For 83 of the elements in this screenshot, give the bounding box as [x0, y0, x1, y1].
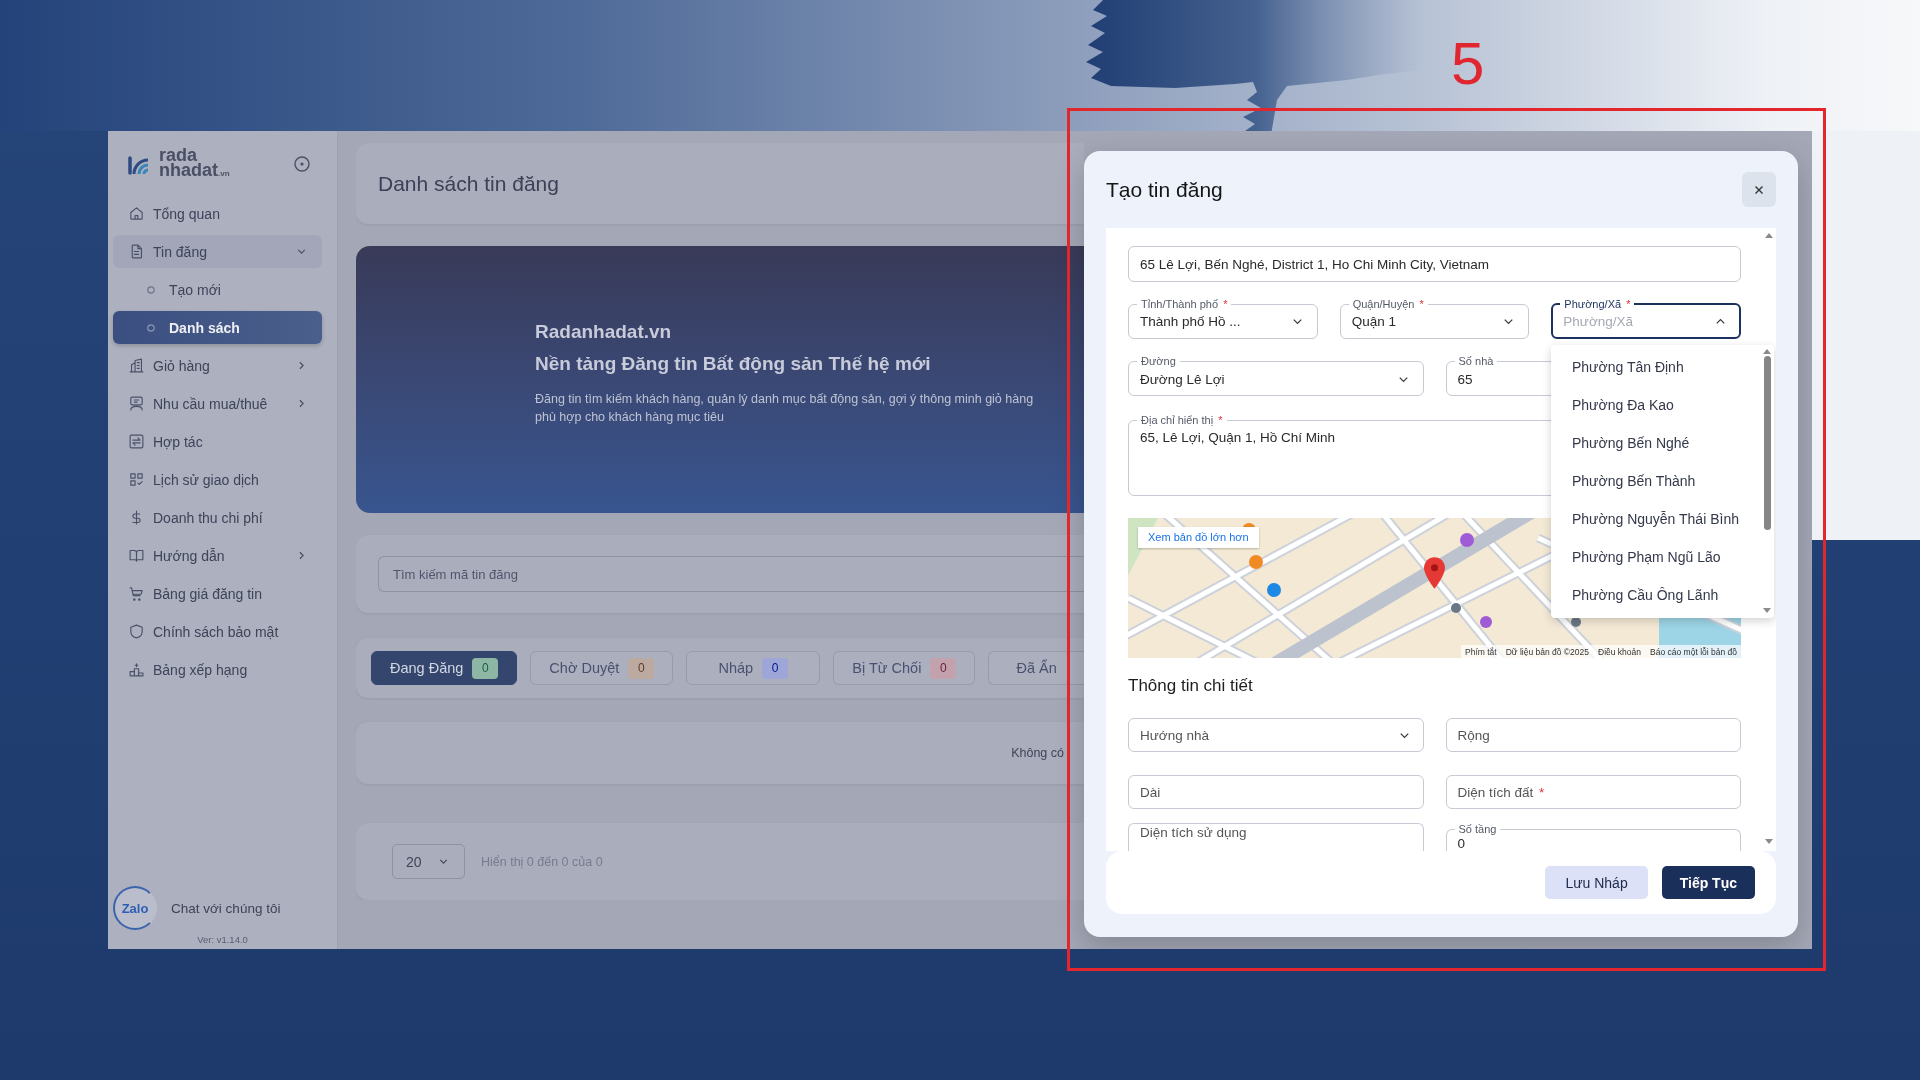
field-label: Quận/Huyện * [1351, 297, 1425, 311]
logo-text: rada [159, 147, 198, 163]
field-label: Số tầng [1457, 823, 1498, 836]
dropdown-option[interactable]: Phường Nguyễn Thái Bình [1551, 500, 1774, 538]
banner-brand: Radanhadat.vn [535, 320, 673, 344]
nav-subitem[interactable]: Tạo mới [113, 273, 322, 306]
grid-check-icon [128, 471, 145, 488]
nav-item[interactable]: Chính sách bảo mật [113, 615, 322, 648]
banner-headline: Nền tảng Đăng tin Bất động sản Thế hệ mới [535, 352, 932, 376]
status-tab[interactable]: Đang Đăng 0 [371, 651, 518, 685]
field-label: Đường [1140, 355, 1177, 368]
nav-item[interactable]: Tổng quan [113, 197, 322, 230]
map-pin-icon [1424, 557, 1445, 589]
logo-text: nhadat.vn [159, 162, 230, 181]
continue-button[interactable]: Tiếp Tục [1661, 866, 1755, 899]
status-tab[interactable]: Nháp 0 [686, 651, 821, 685]
scrollbar-thumb[interactable] [1764, 356, 1771, 530]
bullet-icon [147, 285, 155, 294]
chat-link[interactable]: Chat với chúng tôi [171, 900, 281, 916]
count-badge: 0 [472, 657, 499, 679]
district-select[interactable]: Quận/Huyện * Quận 1 [1339, 297, 1530, 339]
podium-icon [128, 661, 145, 678]
province-select[interactable]: Tỉnh/Thành phố * Thành phố Hồ ... [1128, 297, 1318, 339]
book-icon [128, 547, 145, 564]
floor-area-field[interactable]: Diện tích sử dụng [1128, 822, 1424, 851]
field-label: Tỉnh/Thành phố * [1140, 297, 1229, 311]
user-card-icon [128, 395, 145, 412]
empty-state-text: Không có [1011, 746, 1064, 760]
scroll-up-icon[interactable] [1763, 349, 1771, 354]
status-tab[interactable]: Đã Ẩn [988, 651, 1084, 685]
nav-item[interactable]: Bảng giá đăng tin [113, 577, 322, 610]
section-heading: Thông tin chi tiết [1128, 676, 1254, 696]
nav-item[interactable]: Nhu cầu mua/thuê [113, 387, 322, 420]
nav-item[interactable]: Giỏ hàng [113, 349, 322, 382]
page-size-select[interactable]: 20 [392, 844, 465, 879]
dropdown-option[interactable]: Phường Tân Định [1551, 348, 1774, 386]
map-attribution-link[interactable]: Báo cáo một lỗi bản đồ [1650, 646, 1737, 657]
page-title: Danh sách tin đăng [378, 171, 559, 196]
scroll-up-icon[interactable] [1765, 233, 1773, 238]
draft-button[interactable]: Lưu Nháp [1545, 866, 1648, 899]
direction-select[interactable]: Hướng nhà [1128, 718, 1424, 752]
modal-title: Tạo tin đăng [1106, 177, 1223, 202]
circle-dot-icon[interactable] [294, 156, 310, 172]
status-tab[interactable]: Bị Từ Chối 0 [833, 651, 976, 685]
land-area-field[interactable]: Diện tích đất * [1445, 775, 1741, 809]
scroll-down-icon[interactable] [1765, 839, 1773, 844]
dropdown-option[interactable]: Phường Phạm Ngũ Lão [1551, 538, 1774, 576]
map-attribution-link[interactable]: Phím tắt [1465, 646, 1497, 657]
count-badge: 0 [930, 657, 957, 679]
length-field[interactable]: Dài [1128, 775, 1424, 809]
nav-item[interactable]: Bảng xếp hạng [113, 653, 322, 686]
banner-description: Đăng tin tìm kiếm khách hàng, quản lý danh mục bất động sản, gợi ý thông minh giỏ hàng phù hợp cho khách hàng mục tiêu [535, 391, 1035, 426]
home-icon [128, 205, 145, 222]
larger-map-link[interactable]: Xem bản đồ lớn hơn [1138, 527, 1259, 548]
scroll-down-icon[interactable] [1763, 608, 1771, 613]
field-label: Địa chỉ hiển thị * [1140, 413, 1224, 427]
bullet-icon [147, 323, 155, 332]
ward-select[interactable]: Phường/Xã * Phường/Xã [1551, 297, 1741, 339]
version-text: Ver: v1.14.0 [196, 933, 249, 947]
shield-icon [128, 623, 145, 640]
count-badge: 0 [628, 657, 655, 679]
nav-item[interactable]: Lịch sử giao dịch [113, 463, 322, 496]
address-search-field[interactable]: 65 Lê Lợi, Bến Nghé, District 1, Ho Chi Minh City, Vietnam [1128, 246, 1741, 282]
map-attribution-link[interactable]: Dữ liệu bản đồ ©2025 [1505, 646, 1590, 657]
nav-item[interactable]: Tin đăng [113, 235, 322, 268]
nav-subitem[interactable]: Danh sách [113, 311, 322, 344]
close-button[interactable] [1742, 172, 1776, 207]
field-label: Số nhà [1457, 355, 1495, 368]
field-label: Phường/Xã * [1563, 297, 1632, 311]
nav-item[interactable]: Hướng dẫn [113, 539, 322, 572]
width-field[interactable]: Rộng [1445, 718, 1741, 752]
street-select[interactable]: Đường Đường Lê Lợi [1128, 355, 1424, 396]
exchange-icon [128, 433, 145, 450]
count-badge: 0 [762, 657, 789, 679]
status-tab[interactable]: Chờ Duyệt 0 [530, 651, 674, 685]
step-number: 5 [1451, 30, 1485, 98]
building-icon [128, 357, 145, 374]
dropdown-option[interactable]: Phường Cầu Ông Lãnh [1551, 576, 1774, 614]
nav-item[interactable]: Doanh thu chi phí [113, 501, 322, 534]
map-attribution-link[interactable]: Điều khoản [1598, 646, 1642, 657]
floor-count-field[interactable]: Số tầng 0 [1445, 823, 1741, 851]
cart-icon [128, 585, 145, 602]
nav-item[interactable]: Hợp tác [113, 425, 322, 458]
